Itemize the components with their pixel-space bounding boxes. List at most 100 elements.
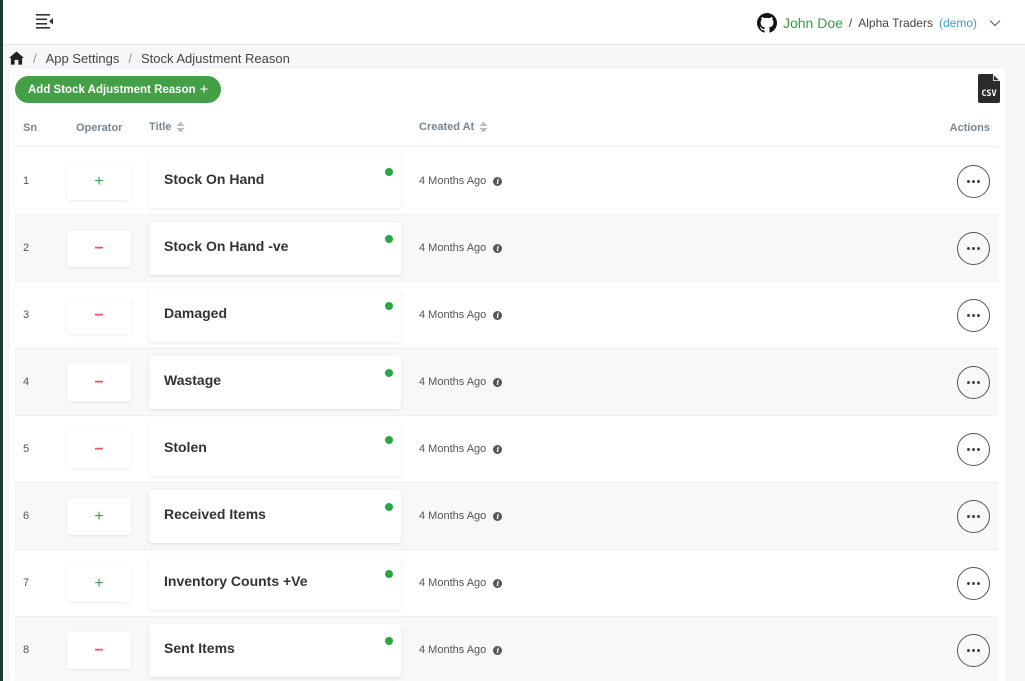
- active-status-dot: [385, 570, 393, 578]
- top-bar: John Doe / Alpha Traders (demo): [3, 0, 1025, 45]
- row-sn: 2: [23, 242, 30, 254]
- info-icon[interactable]: i: [493, 444, 503, 454]
- title-card[interactable]: Stolen: [149, 423, 401, 476]
- operator-toggle[interactable]: −: [67, 364, 131, 401]
- add-stock-adjustment-reason-button[interactable]: Add Stock Adjustment Reason +: [15, 76, 222, 103]
- row-actions-button[interactable]: [957, 567, 990, 600]
- row-actions-button[interactable]: [957, 366, 990, 399]
- operator-toggle[interactable]: +: [67, 565, 131, 602]
- created-at: 4 Months Ago i: [419, 376, 503, 388]
- row-title: Stock On Hand: [164, 171, 265, 187]
- sort-icon[interactable]: [176, 121, 185, 133]
- home-icon[interactable]: [9, 51, 24, 65]
- chevron-down-icon[interactable]: [989, 19, 1001, 27]
- info-icon[interactable]: i: [493, 310, 503, 320]
- user-name: John Doe: [782, 15, 843, 31]
- created-at: 4 Months Ago i: [419, 644, 503, 656]
- active-status-dot: [385, 235, 393, 243]
- more-dot: [977, 515, 980, 518]
- operator-toggle[interactable]: −: [67, 297, 131, 334]
- content-panel: Add Stock Adjustment Reason + CSV Sn Ope…: [9, 68, 1006, 681]
- title-card[interactable]: Damaged: [149, 289, 401, 342]
- info-icon[interactable]: i: [493, 243, 503, 253]
- title-card[interactable]: Received Items: [149, 490, 401, 543]
- table-row: 8 − Sent Items 4 Months Ago i: [15, 617, 998, 681]
- more-dot: [967, 247, 970, 250]
- row-actions-button[interactable]: [957, 500, 990, 533]
- created-at-text: 4 Months Ago: [419, 443, 487, 455]
- row-title: Damaged: [164, 305, 228, 321]
- table-header: Sn Operator Title Created At Actions: [15, 114, 998, 147]
- row-title: Received Items: [164, 506, 266, 522]
- created-at: 4 Months Ago i: [419, 175, 503, 187]
- info-icon[interactable]: i: [493, 511, 503, 521]
- row-actions-button[interactable]: [957, 232, 990, 265]
- operator-toggle[interactable]: −: [67, 431, 131, 468]
- csv-export-icon[interactable]: CSV: [978, 74, 1000, 103]
- more-dot: [972, 448, 975, 451]
- header-created-at[interactable]: Created At: [419, 121, 488, 133]
- breadcrumb-app-settings[interactable]: App Settings: [46, 51, 120, 66]
- created-at: 4 Months Ago i: [419, 443, 503, 455]
- table-row: 3 − Damaged 4 Months Ago i: [15, 282, 998, 349]
- sidebar-toggle-icon[interactable]: [36, 13, 54, 29]
- window-edge: [0, 0, 3, 681]
- more-dot: [967, 180, 970, 183]
- row-actions-button[interactable]: [957, 299, 990, 332]
- info-icon[interactable]: i: [493, 176, 503, 186]
- table-row: 7 + Inventory Counts +Ve 4 Months Ago i: [15, 550, 998, 617]
- title-card[interactable]: Wastage: [149, 356, 401, 409]
- row-title: Stock On Hand -ve: [164, 238, 289, 254]
- active-status-dot: [385, 369, 393, 377]
- operator-toggle[interactable]: −: [67, 632, 131, 669]
- more-dot: [972, 515, 975, 518]
- row-actions-button[interactable]: [957, 433, 990, 466]
- table-row: 6 + Received Items 4 Months Ago i: [15, 483, 998, 550]
- row-sn: 5: [23, 443, 30, 455]
- created-at-text: 4 Months Ago: [419, 644, 487, 656]
- github-icon: [756, 13, 777, 33]
- header-operator: Operator: [76, 122, 123, 134]
- operator-toggle[interactable]: +: [67, 498, 131, 535]
- operator-toggle[interactable]: −: [67, 230, 131, 267]
- created-at-text: 4 Months Ago: [419, 376, 487, 388]
- add-button-label: Add Stock Adjustment Reason: [28, 83, 196, 96]
- operator-toggle[interactable]: +: [67, 163, 131, 200]
- sort-icon[interactable]: [479, 121, 488, 133]
- table-body: 1 + Stock On Hand 4 Months Ago i 2 − Sto…: [15, 148, 998, 681]
- created-at-text: 4 Months Ago: [419, 242, 487, 254]
- active-status-dot: [385, 503, 393, 511]
- plus-icon: +: [199, 81, 209, 98]
- title-card[interactable]: Sent Items: [149, 624, 401, 677]
- operator-symbol: −: [94, 440, 104, 458]
- row-sn: 4: [23, 376, 30, 388]
- title-card[interactable]: Stock On Hand: [149, 155, 401, 208]
- row-title: Sent Items: [164, 640, 235, 656]
- more-dot: [972, 247, 975, 250]
- active-status-dot: [385, 168, 393, 176]
- row-actions-button[interactable]: [957, 634, 990, 667]
- info-icon[interactable]: i: [493, 377, 503, 387]
- operator-symbol: −: [94, 306, 104, 324]
- table-row: 4 − Wastage 4 Months Ago i: [15, 349, 998, 416]
- header-title[interactable]: Title: [149, 121, 185, 133]
- more-dot: [977, 582, 980, 585]
- operator-symbol: −: [94, 239, 104, 257]
- more-dot: [967, 582, 970, 585]
- title-card[interactable]: Inventory Counts +Ve: [149, 557, 401, 610]
- row-actions-button[interactable]: [957, 165, 990, 198]
- more-dot: [977, 448, 980, 451]
- info-icon[interactable]: i: [493, 578, 503, 588]
- breadcrumb-current: Stock Adjustment Reason: [140, 50, 290, 66]
- operator-symbol: −: [94, 373, 104, 391]
- active-status-dot: [385, 436, 393, 444]
- info-icon[interactable]: i: [493, 645, 503, 655]
- operator-symbol: +: [94, 574, 104, 592]
- breadcrumb-separator: /: [128, 50, 132, 66]
- more-dot: [977, 180, 980, 183]
- user-menu[interactable]: John Doe / Alpha Traders (demo): [756, 12, 1001, 34]
- more-dot: [977, 649, 980, 652]
- title-card[interactable]: Stock On Hand -ve: [149, 222, 401, 275]
- csv-label: CSV: [981, 89, 996, 99]
- row-sn: 8: [23, 644, 30, 656]
